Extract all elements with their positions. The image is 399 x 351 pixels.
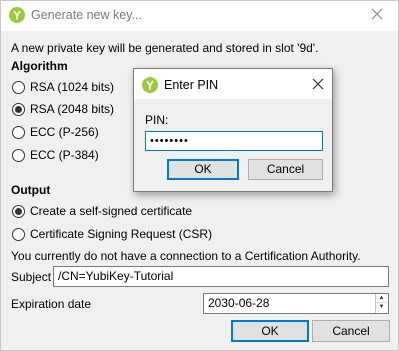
radio-self-signed[interactable] — [12, 205, 25, 218]
pin-title-bar: Enter PIN — [134, 69, 332, 99]
spin-up-icon[interactable]: ▲ — [376, 294, 387, 303]
radio-csr[interactable] — [12, 228, 25, 241]
subject-input[interactable]: /CN=YubiKey-Tutorial — [53, 266, 389, 287]
date-spinner[interactable]: ▲ ▼ — [375, 294, 387, 313]
radio-ecc-p256-label[interactable]: ECC (P-256) — [30, 125, 99, 139]
ca-notice: You currently do not have a connection t… — [11, 249, 361, 263]
yubico-icon — [142, 77, 158, 93]
subject-label: Subject — [11, 270, 52, 284]
pin-label: PIN: — [145, 113, 169, 127]
radio-ecc-p384[interactable] — [12, 149, 25, 162]
radio-rsa-2048-label[interactable]: RSA (2048 bits) — [30, 102, 114, 116]
radio-ecc-p256[interactable] — [12, 126, 25, 139]
output-heading: Output — [11, 183, 51, 197]
expiration-date-value: 2030-06-28 — [208, 296, 270, 310]
expiration-date-input[interactable]: 2030-06-28 ▲ ▼ — [203, 293, 389, 314]
pin-ok-button[interactable]: OK — [167, 159, 239, 180]
algorithm-heading: Algorithm — [11, 59, 68, 73]
radio-self-signed-label[interactable]: Create a self-signed certificate — [30, 204, 192, 218]
radio-rsa-1024[interactable] — [12, 81, 25, 94]
yubico-icon — [9, 7, 25, 23]
expiration-label: Expiration date — [11, 297, 92, 311]
radio-rsa-1024-label[interactable]: RSA (1024 bits) — [30, 80, 114, 94]
window-title: Generate new key... — [31, 8, 142, 22]
radio-rsa-2048[interactable] — [12, 103, 25, 116]
spin-down-icon[interactable]: ▼ — [376, 303, 387, 312]
enter-pin-dialog: Enter PIN PIN: •••••••• OK Cancel — [133, 68, 333, 192]
ok-button[interactable]: OK — [231, 320, 309, 342]
close-icon[interactable] — [370, 7, 384, 21]
radio-csr-label[interactable]: Certificate Signing Request (CSR) — [30, 227, 212, 241]
cancel-button[interactable]: Cancel — [312, 320, 390, 342]
pin-cancel-button[interactable]: Cancel — [248, 159, 323, 180]
intro-text: A new private key will be generated and … — [11, 41, 319, 55]
pin-input[interactable]: •••••••• — [145, 131, 323, 151]
radio-ecc-p384-label[interactable]: ECC (P-384) — [30, 148, 99, 162]
close-icon[interactable] — [312, 78, 324, 90]
title-bar: Generate new key... — [1, 1, 398, 31]
pin-dialog-title: Enter PIN — [164, 78, 219, 92]
